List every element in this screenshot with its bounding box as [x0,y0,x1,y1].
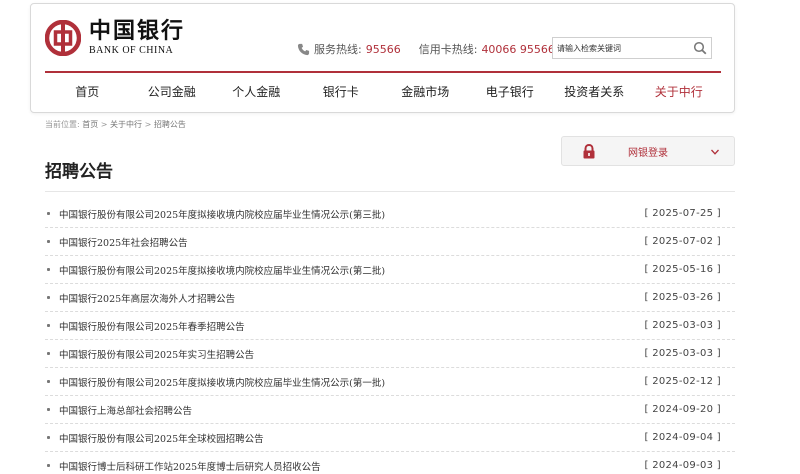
notice-date: [ 2025-02-12 ] [644,376,721,387]
nav-item-home[interactable]: 首页 [45,76,130,108]
logo-english-name: BANK OF CHINA [89,45,174,56]
notice-item[interactable]: 中国银行股份有限公司2025年度拟接收境内院校应届毕业生情况公示(第二批) [ 2… [45,256,735,284]
notice-date: [ 2025-07-02 ] [644,236,721,247]
ebank-login-button[interactable]: 网银登录 [561,136,735,166]
bullet-icon [47,268,50,271]
breadcrumb-home[interactable]: 首页 [82,120,98,129]
bullet-icon [47,436,50,439]
notice-date: [ 2025-03-03 ] [644,348,721,359]
credit-card-hotline-number: 40066 95566 [481,42,555,56]
search-input[interactable] [553,38,689,58]
notice-item[interactable]: 中国银行股份有限公司2025年度拟接收境内院校应届毕业生情况公示(第一批) [ 2… [45,368,735,396]
hotlines: 服务热线: 95566 信用卡热线: 40066 95566 [297,41,555,57]
bullet-icon [47,352,50,355]
notice-item[interactable]: 中国银行2025年高层次海外人才招聘公告 [ 2025-03-26 ] [45,284,735,312]
service-hotline-label: 服务热线: [314,43,362,56]
notice-date: [ 2024-09-03 ] [644,460,721,471]
search-icon[interactable] [693,41,707,55]
notice-title-link[interactable]: 中国银行2025年高层次海外人才招聘公告 [59,291,235,305]
search-box [552,37,712,59]
lock-icon [583,143,595,158]
notice-date: [ 2025-03-26 ] [644,292,721,303]
notice-date: [ 2024-09-04 ] [644,432,721,443]
bullet-icon [47,380,50,383]
logo-text: 中国银行 BANK OF CHINA [89,20,185,56]
bullet-icon [47,408,50,411]
notice-date: [ 2025-07-25 ] [644,208,721,219]
main-nav: 首页 公司金融 个人金融 银行卡 金融市场 电子银行 投资者关系 关于中行 [45,76,721,108]
breadcrumb-current: 招聘公告 [153,120,186,129]
logo-chinese-name: 中国银行 [89,18,186,44]
phone-icon [297,43,310,55]
notice-item[interactable]: 中国银行博士后科研工作站2025年度博士后研究人员招收公告 [ 2024-09-0… [45,452,735,474]
bullet-icon [47,240,50,243]
bank-logo[interactable]: 中国银行 BANK OF CHINA [45,18,185,58]
title-divider [45,191,735,192]
notice-title-link[interactable]: 中国银行股份有限公司2025年全球校园招聘公告 [59,431,264,445]
notice-title-link[interactable]: 中国银行股份有限公司2025年度拟接收境内院校应届毕业生情况公示(第三批) [59,207,385,221]
site-header: 中国银行 BANK OF CHINA 服务热线: 95566 信用卡热线: 40… [30,3,735,113]
bullet-icon [47,296,50,299]
bullet-icon [47,212,50,215]
chevron-down-icon [711,149,719,155]
breadcrumb-separator: > [98,120,111,129]
notice-title-link[interactable]: 中国银行上海总部社会招聘公告 [59,403,192,417]
notice-date: [ 2025-03-03 ] [644,320,721,331]
breadcrumb-about[interactable]: 关于中行 [110,120,142,129]
notice-title-link[interactable]: 中国银行2025年社会招聘公告 [59,235,188,249]
nav-item-financial-markets[interactable]: 金融市场 [383,76,468,108]
notice-title-link[interactable]: 中国银行股份有限公司2025年实习生招聘公告 [59,347,254,361]
notice-item[interactable]: 中国银行上海总部社会招聘公告 [ 2024-09-20 ] [45,396,735,424]
notice-title-link[interactable]: 中国银行股份有限公司2025年春季招聘公告 [59,319,245,333]
page-title: 招聘公告 [45,162,113,182]
nav-item-corporate-banking[interactable]: 公司金融 [130,76,215,108]
nav-item-about-boc[interactable]: 关于中行 [637,76,722,108]
nav-item-personal-banking[interactable]: 个人金融 [214,76,299,108]
nav-item-e-banking[interactable]: 电子银行 [468,76,553,108]
bullet-icon [47,324,50,327]
breadcrumb-separator: > [142,120,154,129]
notice-list: 中国银行股份有限公司2025年度拟接收境内院校应届毕业生情况公示(第三批) [ 2… [45,200,735,474]
notice-item[interactable]: 中国银行股份有限公司2025年实习生招聘公告 [ 2025-03-03 ] [45,340,735,368]
notice-title-link[interactable]: 中国银行股份有限公司2025年度拟接收境内院校应届毕业生情况公示(第一批) [59,375,385,389]
notice-item[interactable]: 中国银行股份有限公司2025年全球校园招聘公告 [ 2024-09-04 ] [45,424,735,452]
breadcrumb: 当前位置: 首页 > 关于中行 > 招聘公告 [45,119,186,130]
nav-item-investor-relations[interactable]: 投资者关系 [552,76,637,108]
credit-card-hotline-label: 信用卡热线: [418,43,478,56]
nav-divider [45,71,721,73]
ebank-login-label: 网银登录 [628,147,668,159]
notice-item[interactable]: 中国银行股份有限公司2025年度拟接收境内院校应届毕业生情况公示(第三批) [ 2… [45,200,735,228]
service-hotline-number: 95566 [365,42,401,56]
notice-title-link[interactable]: 中国银行博士后科研工作站2025年度博士后研究人员招收公告 [59,459,321,473]
bullet-icon [47,464,50,467]
notice-date: [ 2025-05-16 ] [644,264,721,275]
notice-date: [ 2024-09-20 ] [644,404,721,415]
nav-item-bank-cards[interactable]: 银行卡 [299,76,384,108]
notice-title-link[interactable]: 中国银行股份有限公司2025年度拟接收境内院校应届毕业生情况公示(第二批) [59,263,385,277]
notice-item[interactable]: 中国银行2025年社会招聘公告 [ 2025-07-02 ] [45,228,735,256]
breadcrumb-prefix: 当前位置: [45,120,80,129]
bank-of-china-logo-icon [45,20,81,56]
notice-item[interactable]: 中国银行股份有限公司2025年春季招聘公告 [ 2025-03-03 ] [45,312,735,340]
